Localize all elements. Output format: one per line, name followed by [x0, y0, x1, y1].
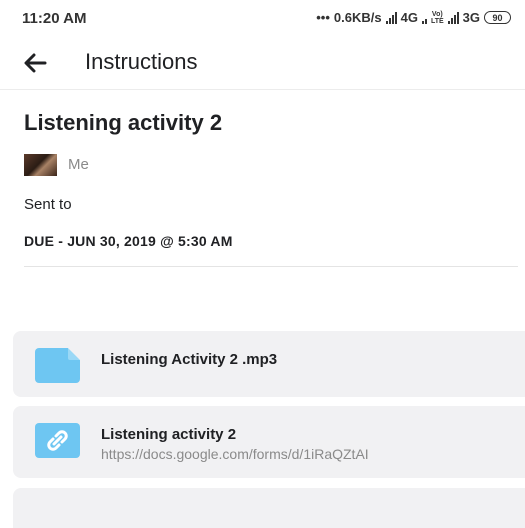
signal-icon-2 — [447, 11, 459, 24]
link-icon — [35, 423, 80, 458]
due-date: DUE - JUN 30, 2019 @ 5:30 AM — [24, 233, 233, 249]
signal-icon-small — [421, 12, 427, 24]
status-indicators: ••• 0.6KB/s 4G Vo) LTE 3G 90 — [316, 10, 511, 25]
chain-link-glyph — [47, 430, 68, 451]
attachment-url: https://docs.google.com/forms/d/1iRaQZtA… — [101, 446, 369, 462]
attachment-card-link[interactable]: Listening activity 2 https://docs.google… — [13, 406, 525, 478]
net-speed: 0.6KB/s — [333, 10, 382, 25]
author-name: Me — [68, 156, 89, 173]
signal-icon — [385, 11, 397, 24]
network-type-2: 3G — [462, 10, 480, 25]
page-title: Instructions — [85, 49, 198, 74]
attachment-label: Listening activity 2 — [101, 426, 237, 443]
attachment-label: Listening Activity 2 .mp3 — [101, 351, 278, 368]
arrow-left-icon — [24, 53, 47, 73]
file-icon — [35, 348, 80, 383]
status-time: 11:20 AM — [22, 10, 87, 27]
battery-level: 90 — [492, 12, 503, 23]
dots-icon: ••• — [316, 10, 330, 25]
volte-icon: Vo) LTE — [430, 10, 444, 25]
app-bar: Instructions — [0, 36, 525, 90]
avatar — [24, 154, 57, 176]
divider — [24, 266, 518, 267]
back-button[interactable] — [20, 50, 50, 76]
status-bar: 11:20 AM ••• 0.6KB/s 4G Vo) LTE 3G 90 — [0, 0, 525, 36]
assignment-title: Listening activity 2 — [24, 110, 223, 135]
network-type-1: 4G — [400, 10, 418, 25]
attachment-card-file[interactable]: Listening Activity 2 .mp3 — [13, 331, 525, 397]
sent-to-label: Sent to — [24, 196, 72, 213]
file-fold-cut — [68, 348, 80, 360]
battery-icon: 90 — [484, 11, 511, 24]
attachment-card-partial[interactable] — [13, 488, 525, 528]
